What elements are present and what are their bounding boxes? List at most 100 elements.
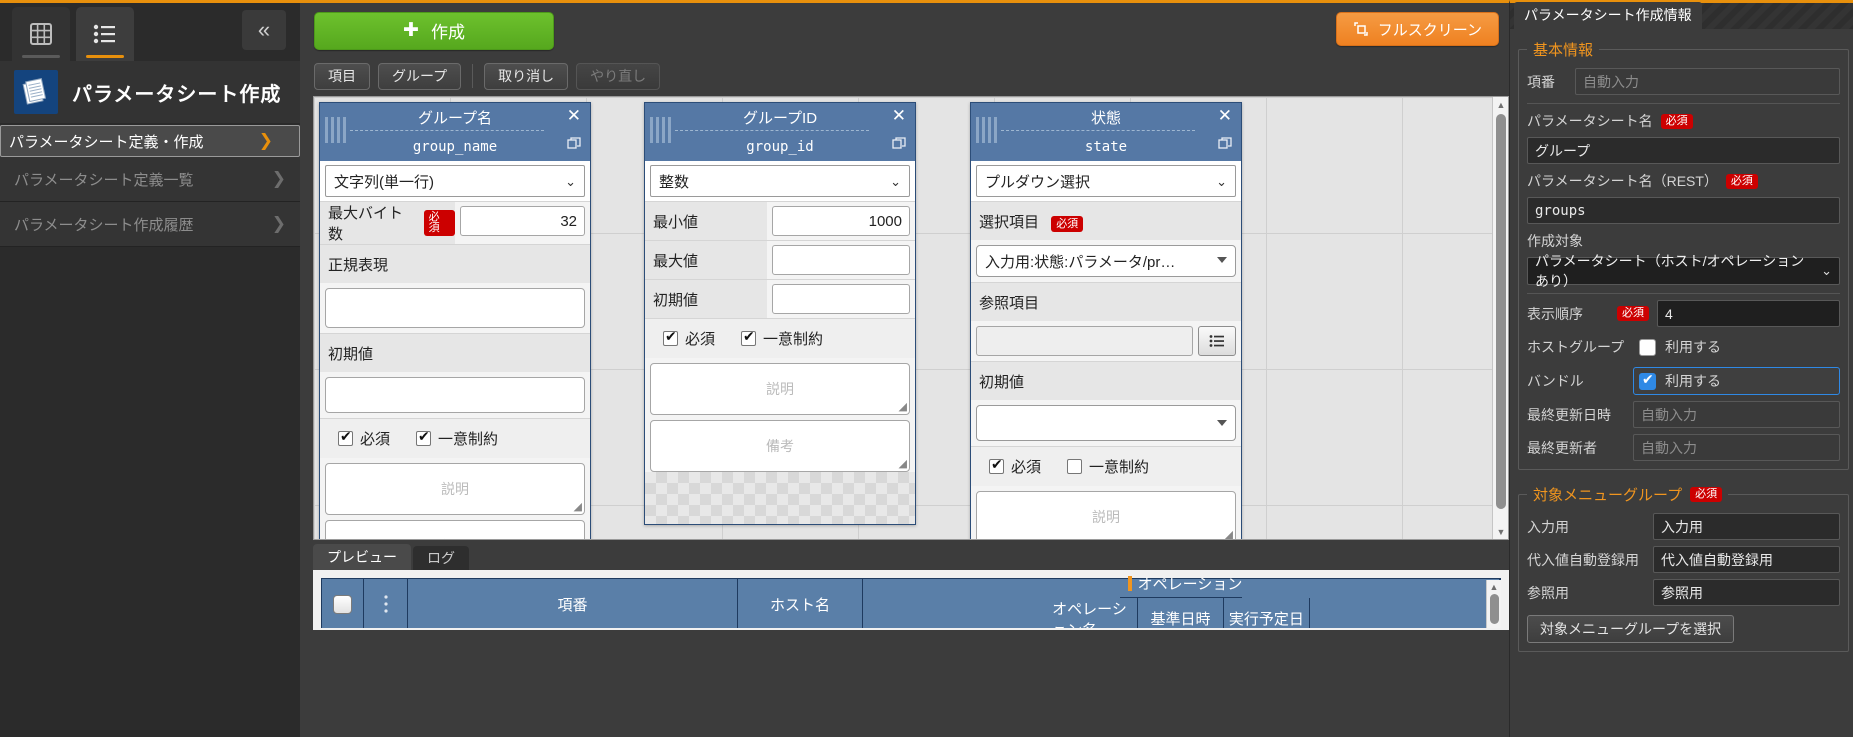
tab-preview[interactable]: プレビュー xyxy=(313,544,411,570)
sidebar-item-create-history[interactable]: パラメータシート作成履歴 ❯ xyxy=(0,202,300,247)
duplicate-icon[interactable] xyxy=(892,136,906,150)
field-card-group-id[interactable]: グループID group_id ✕ 整数 xyxy=(644,102,916,525)
chevron-right-icon: ❯ xyxy=(259,131,273,151)
row-menu-header[interactable] xyxy=(364,579,408,629)
max-value-input[interactable] xyxy=(772,245,910,275)
default-value-input[interactable] xyxy=(772,284,910,314)
drag-handle-icon[interactable] xyxy=(650,109,672,155)
regex-input[interactable] xyxy=(325,288,585,328)
max-bytes-input[interactable]: 32 xyxy=(460,206,585,236)
page-title: パラメータシート作成 xyxy=(72,78,281,107)
scroll-up-icon[interactable]: ▲ xyxy=(1487,580,1501,594)
resize-grip-icon[interactable]: ◢ xyxy=(899,457,907,470)
field-card-group-name[interactable]: グループ名 group_name ✕ 文字列(単一行) xyxy=(319,102,591,540)
type-select-row: 整数 ⌄ xyxy=(645,161,915,201)
hostgroup-checkbox[interactable]: 利用する xyxy=(1633,333,1840,361)
description-placeholder: 説明 xyxy=(441,479,469,499)
required-checkbox[interactable]: 必須 xyxy=(338,428,390,449)
chevron-right-icon: ❯ xyxy=(272,169,286,189)
column-header-no: 項番 xyxy=(408,579,738,629)
card-body: プルダウン選択 ⌄ 選択項目 必須 入力用:状態:パラメータ/pr… xyxy=(971,161,1241,540)
required-badge: 必須 xyxy=(1051,216,1083,232)
add-item-button[interactable]: 項目 xyxy=(314,63,370,90)
display-order-input[interactable]: 4 xyxy=(1657,300,1840,327)
undo-button[interactable]: 取り消し xyxy=(484,63,568,90)
select-item-label: 選択項目 xyxy=(979,214,1039,231)
default-value-input[interactable] xyxy=(325,377,585,413)
fullscreen-button[interactable]: フルスクリーン xyxy=(1336,12,1499,46)
default-value-label-wrap: 初期値 xyxy=(645,280,767,318)
field-type-select[interactable]: 整数 ⌄ xyxy=(650,165,910,197)
resize-grip-icon[interactable]: ◢ xyxy=(899,400,907,413)
designer-canvas[interactable]: グループ名 group_name ✕ 文字列(単一行) xyxy=(313,96,1509,540)
duplicate-icon[interactable] xyxy=(567,136,581,150)
sidebar-item-define-create[interactable]: パラメータシート定義・作成 ❯ xyxy=(0,125,300,157)
menu-input-label: 入力用 xyxy=(1527,517,1645,537)
scrollbar-thumb[interactable] xyxy=(1496,114,1506,509)
create-button[interactable]: ✚ 作成 xyxy=(314,12,554,50)
card-header[interactable]: グループ名 group_name ✕ xyxy=(320,103,590,161)
description-textarea[interactable]: 説明 ◢ xyxy=(976,491,1236,540)
preview-vertical-scrollbar[interactable]: ▲ xyxy=(1486,580,1501,628)
duplicate-icon[interactable] xyxy=(1218,136,1232,150)
ref-item-input[interactable] xyxy=(976,326,1193,356)
field-card-state[interactable]: 状態 state ✕ プルダウン選択 ⌄ xyxy=(970,102,1242,540)
menu-list-tab[interactable] xyxy=(76,7,134,61)
scrollbar-thumb[interactable] xyxy=(1490,594,1499,624)
unique-checkbox[interactable]: 一意制約 xyxy=(416,428,498,449)
sheet-name-input[interactable]: グループ xyxy=(1527,137,1840,164)
sheet-rest-input[interactable]: groups xyxy=(1527,197,1840,224)
card-rest-name: group_id xyxy=(645,128,915,155)
select-item-combo[interactable]: 入力用:状態:パラメータ/pr… xyxy=(976,245,1236,277)
bundle-label: バンドル xyxy=(1527,371,1625,391)
min-value-input[interactable]: 1000 xyxy=(772,206,910,236)
resize-grip-icon[interactable]: ◢ xyxy=(574,500,582,513)
tab-sheet-create-info[interactable]: パラメータシート作成情報 xyxy=(1514,2,1702,29)
unique-checkbox-label: 一意制約 xyxy=(438,428,498,449)
unique-checkbox[interactable]: 一意制約 xyxy=(741,328,823,349)
dashboard-tab[interactable] xyxy=(12,7,70,61)
select-menu-group-button[interactable]: 対象メニューグループを選択 xyxy=(1527,615,1734,643)
divider xyxy=(1527,293,1840,294)
field-type-select[interactable]: 文字列(単一行) ⌄ xyxy=(325,165,585,197)
description-textarea[interactable]: 説明 ◢ xyxy=(650,363,910,415)
note-textarea[interactable]: 備考 ◢ xyxy=(325,520,585,540)
resize-grip-icon[interactable]: ◢ xyxy=(1225,528,1233,540)
description-wrap: 説明 ◢ xyxy=(320,458,590,515)
field-type-select[interactable]: プルダウン選択 ⌄ xyxy=(976,165,1236,197)
target-select[interactable]: パラメータシート（ホスト/オペレーションあり） ⌄ xyxy=(1527,257,1840,285)
ref-item-picker-button[interactable] xyxy=(1198,326,1236,356)
collapse-sidebar-button[interactable]: « xyxy=(242,10,286,50)
no-input[interactable]: 自動入力 xyxy=(1575,68,1840,95)
required-badge: 必須 xyxy=(424,210,455,236)
close-icon[interactable]: ✕ xyxy=(1218,106,1232,126)
ref-item-label: 参照項目 xyxy=(971,282,1241,321)
type-select-row: プルダウン選択 ⌄ xyxy=(971,161,1241,201)
description-textarea[interactable]: 説明 ◢ xyxy=(325,463,585,515)
scroll-up-icon[interactable]: ▲ xyxy=(1493,97,1509,112)
drag-handle-icon[interactable] xyxy=(976,109,998,155)
required-checkbox[interactable]: 必須 xyxy=(663,328,715,349)
target-row: パラメータシート（ホスト/オペレーションあり） ⌄ xyxy=(1527,257,1840,285)
drag-handle-icon[interactable] xyxy=(325,109,347,155)
default-value-field-wrap xyxy=(320,372,590,418)
select-all-header[interactable] xyxy=(322,579,364,629)
preview-table: 項番 ホスト名 オペレーション オペレーション名 基準日時 実行予定日 xyxy=(321,578,1501,630)
scroll-down-icon[interactable]: ▼ xyxy=(1493,524,1509,539)
card-header[interactable]: 状態 state ✕ xyxy=(971,103,1241,161)
close-icon[interactable]: ✕ xyxy=(567,106,581,126)
sidebar-item-define-list[interactable]: パラメータシート定義一覧 ❯ xyxy=(0,157,300,202)
bundle-checkbox[interactable]: 利用する xyxy=(1633,367,1840,395)
required-checkbox[interactable]: 必須 xyxy=(989,456,1041,477)
checkbox-icon[interactable] xyxy=(333,595,352,614)
note-textarea[interactable]: 備考 ◢ xyxy=(650,420,910,472)
card-header[interactable]: グループID group_id ✕ xyxy=(645,103,915,161)
regex-label: 正規表現 xyxy=(320,244,590,283)
default-value-combo[interactable] xyxy=(976,405,1236,441)
add-group-button[interactable]: グループ xyxy=(378,63,461,90)
tab-log[interactable]: ログ xyxy=(413,546,469,570)
menu-input-row: 入力用 入力用 xyxy=(1527,513,1840,540)
unique-checkbox[interactable]: 一意制約 xyxy=(1067,456,1149,477)
canvas-vertical-scrollbar[interactable]: ▲ ▼ xyxy=(1492,97,1508,539)
close-icon[interactable]: ✕ xyxy=(892,106,906,126)
